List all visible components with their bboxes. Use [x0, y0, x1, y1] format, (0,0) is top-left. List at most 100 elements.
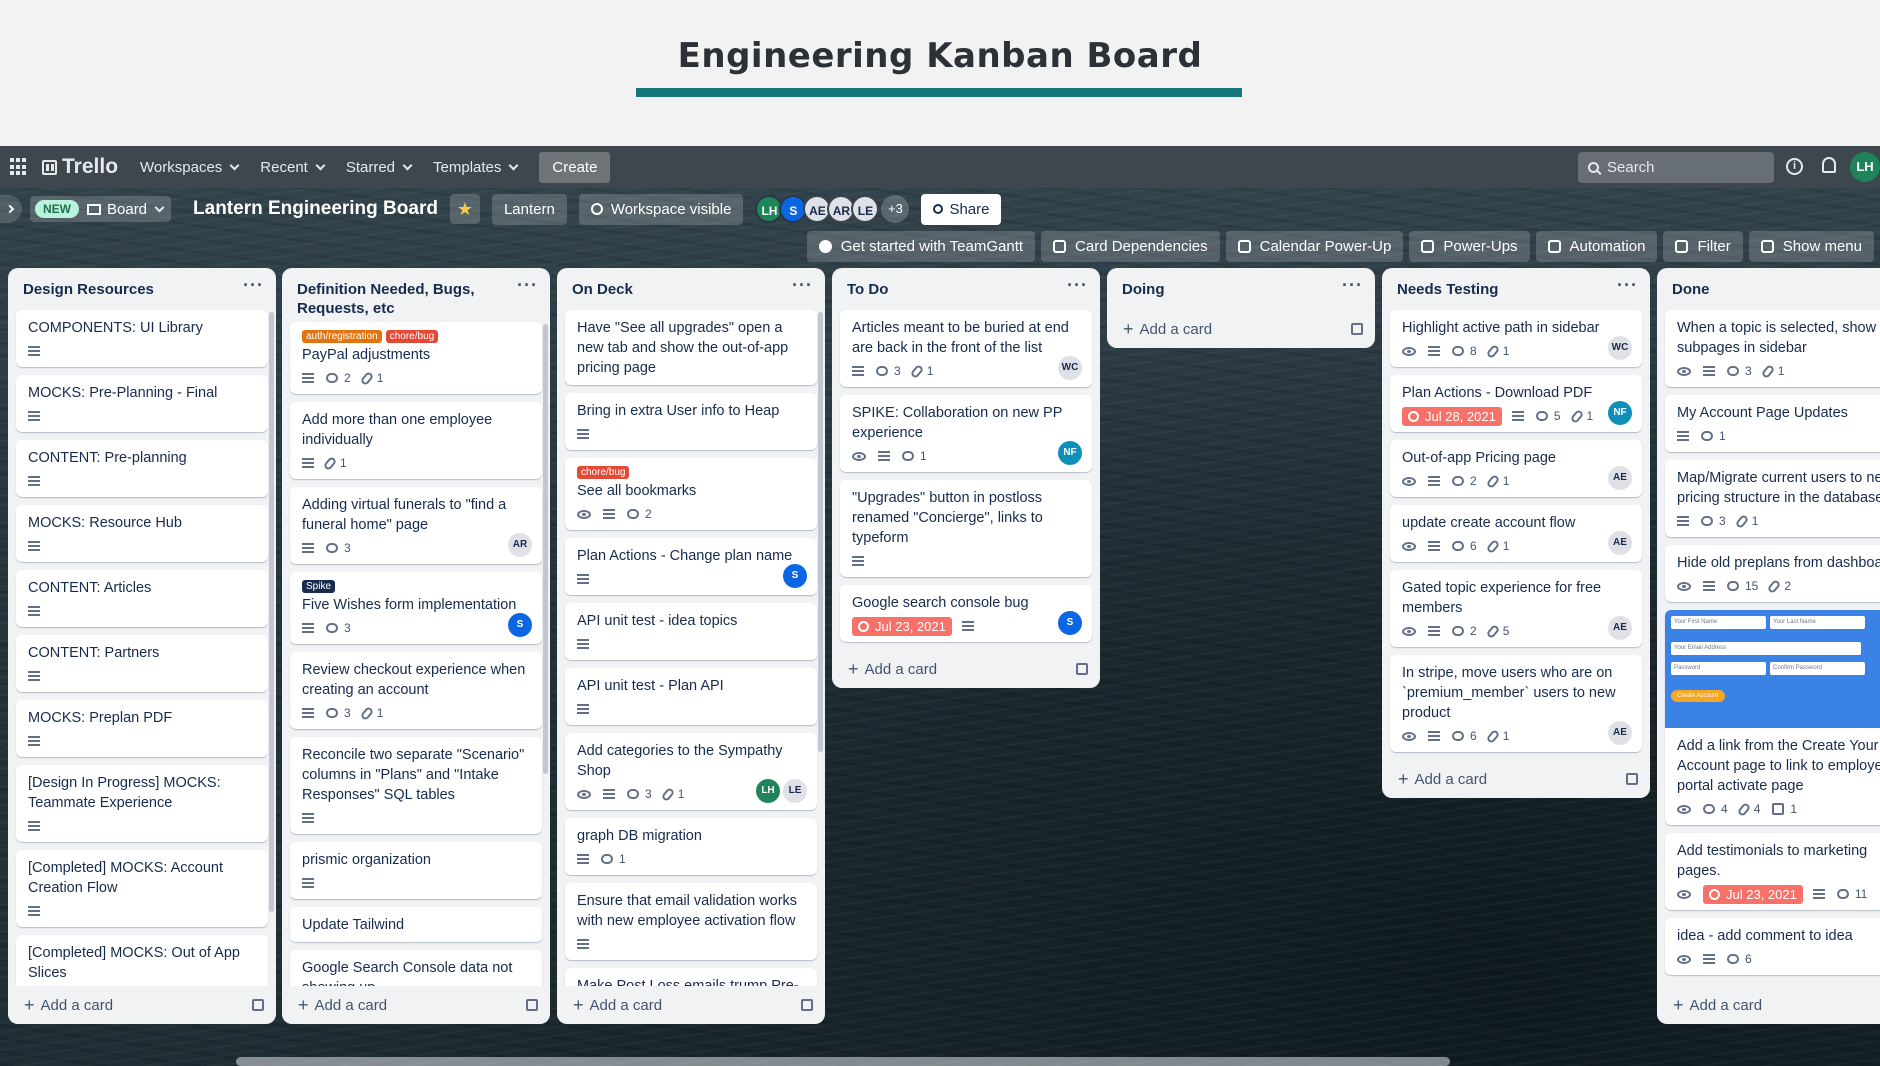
card[interactable]: [Completed] MOCKS: Account Creation Flow — [16, 850, 268, 927]
card[interactable]: Gated topic experience for free members 2… — [1390, 570, 1642, 647]
member-avatar[interactable]: WC — [1058, 356, 1082, 380]
list-title[interactable]: To Do — [847, 280, 888, 299]
due-date-badge[interactable]: Jul 23, 2021 — [1703, 884, 1803, 904]
template-icon[interactable] — [1351, 323, 1363, 335]
card-dependencies-button[interactable]: Card Dependencies — [1041, 230, 1220, 262]
card[interactable]: Make Post Loss emails trump Pre- — [565, 968, 817, 986]
card[interactable]: CONTENT: Pre-planning — [16, 440, 268, 497]
card[interactable]: Have "See all upgrades" open a new tab a… — [565, 310, 817, 385]
list-title[interactable]: Doing — [1122, 280, 1165, 299]
show-menu-button[interactable]: Show menu — [1748, 230, 1874, 262]
member-avatar[interactable]: AE — [1608, 721, 1632, 745]
card[interactable]: [Design In Progress] MOCKS: Teammate Exp… — [16, 765, 268, 842]
card[interactable]: graph DB migration 1 — [565, 818, 817, 875]
card[interactable]: Hide old preplans from dashboard 15 2 — [1665, 545, 1880, 602]
template-icon[interactable] — [801, 999, 813, 1011]
card[interactable]: Ensure that email validation works with … — [565, 883, 817, 960]
list-title[interactable]: Done — [1672, 280, 1710, 299]
template-icon[interactable] — [526, 999, 538, 1011]
member-avatar[interactable]: LE — [851, 195, 880, 223]
add-card-button[interactable]: + Add a card — [24, 996, 113, 1014]
nav-templates[interactable]: Templates — [433, 159, 519, 176]
member-avatar[interactable]: LH — [756, 779, 780, 803]
card[interactable]: When a topic is selected, show subpages … — [1665, 310, 1880, 387]
card[interactable]: Review checkout experience when creating… — [290, 652, 542, 729]
list-scrollbar[interactable] — [269, 312, 274, 912]
bell-icon[interactable] — [1822, 157, 1836, 173]
card[interactable]: API unit test - idea topics — [565, 603, 817, 660]
member-avatar[interactable]: S — [1058, 611, 1082, 635]
member-avatar[interactable]: NF — [1058, 441, 1082, 465]
nav-workspaces[interactable]: Workspaces — [140, 159, 240, 176]
card[interactable]: Adding virtual funerals to "find a funer… — [290, 487, 542, 564]
card[interactable]: In stripe, move users who are on `premiu… — [1390, 655, 1642, 752]
card[interactable]: Add testimonials to marketing pages. Jul … — [1665, 833, 1880, 910]
account-avatar[interactable]: LH — [1850, 152, 1880, 182]
list-menu-icon[interactable]: ··· — [1342, 276, 1363, 294]
card[interactable]: Spike Five Wishes form implementation 3 S — [290, 572, 542, 644]
card[interactable]: chore/bug See all bookmarks 2 — [565, 458, 817, 530]
card[interactable]: Google Search Console data not showing u… — [290, 950, 542, 986]
card[interactable]: Reconcile two separate "Scenario" column… — [290, 737, 542, 834]
card[interactable]: Bring in extra User info to Heap — [565, 393, 817, 450]
member-avatar[interactable]: S — [783, 564, 807, 588]
due-date-badge[interactable]: Jul 28, 2021 — [1402, 406, 1502, 426]
list-scrollbar[interactable] — [818, 312, 823, 752]
card[interactable]: Google search console bug Jul 23, 2021 S — [840, 585, 1092, 642]
member-avatar[interactable]: AE — [1608, 466, 1632, 490]
share-button[interactable]: Share — [921, 193, 1002, 225]
card[interactable]: MOCKS: Preplan PDF — [16, 700, 268, 757]
member-avatar[interactable]: WC — [1608, 336, 1632, 360]
list-title[interactable]: Definition Needed, Bugs, Requests, etc — [297, 280, 517, 318]
list-menu-icon[interactable]: ··· — [1617, 276, 1638, 294]
card[interactable]: CONTENT: Articles — [16, 570, 268, 627]
card[interactable]: My Account Page Updates 1 — [1665, 395, 1880, 452]
automation-button[interactable]: Automation — [1535, 230, 1658, 262]
card[interactable]: Out-of-app Pricing page 2 1 AE — [1390, 440, 1642, 497]
card[interactable]: Plan Actions - Change plan name S — [565, 538, 817, 595]
horizontal-scrollbar[interactable] — [236, 1057, 1450, 1066]
card[interactable]: Articles meant to be buried at end are b… — [840, 310, 1092, 387]
visibility-button[interactable]: Workspace visible — [578, 193, 744, 225]
card[interactable]: auth/registration chore/bug PayPal adjustm… — [290, 322, 542, 394]
member-avatar[interactable]: LE — [783, 779, 807, 803]
card[interactable]: Your First Name Your Last Name Your Email … — [1665, 610, 1880, 825]
due-date-badge[interactable]: Jul 23, 2021 — [852, 616, 952, 636]
filter-button[interactable]: Filter — [1663, 230, 1743, 262]
create-button[interactable]: Create — [539, 151, 611, 183]
card[interactable]: Update Tailwind — [290, 907, 542, 942]
info-icon[interactable]: i — [1786, 158, 1803, 175]
add-card-button[interactable]: + Add a card — [1123, 320, 1212, 338]
card[interactable]: MOCKS: Pre-Planning - Final — [16, 375, 268, 432]
list-title[interactable]: Design Resources — [23, 280, 154, 299]
search-input[interactable]: Search — [1578, 152, 1774, 183]
card[interactable]: Plan Actions - Download PDF Jul 28, 2021 5… — [1390, 375, 1642, 432]
view-switcher[interactable]: NEW Board — [30, 196, 172, 222]
card[interactable]: API unit test - Plan API — [565, 668, 817, 725]
card[interactable]: Add categories to the Sympathy Shop 3 1 LH L… — [565, 733, 817, 810]
card[interactable]: Highlight active path in sidebar 8 1 WC — [1390, 310, 1642, 367]
template-icon[interactable] — [1626, 773, 1638, 785]
star-icon[interactable]: ★ — [449, 194, 480, 224]
member-avatar[interactable]: AR — [508, 533, 532, 557]
list-menu-icon[interactable]: ··· — [792, 276, 813, 294]
list-title[interactable]: Needs Testing — [1397, 280, 1498, 299]
card[interactable]: prismic organization — [290, 842, 542, 899]
add-card-button[interactable]: + Add a card — [298, 996, 387, 1014]
board-title[interactable]: Lantern Engineering Board — [193, 198, 438, 220]
workspace-button[interactable]: Lantern — [491, 193, 567, 225]
card[interactable]: update create account flow 6 1 AE — [1390, 505, 1642, 562]
template-icon[interactable] — [252, 999, 264, 1011]
card[interactable]: Map/Migrate current users to new pricing… — [1665, 460, 1880, 537]
sidebar-expand-button[interactable] — [0, 195, 22, 223]
add-card-button[interactable]: + Add a card — [573, 996, 662, 1014]
list-scrollbar[interactable] — [543, 324, 548, 774]
list-menu-icon[interactable]: ··· — [517, 276, 538, 294]
card-label[interactable]: auth/registration — [302, 330, 382, 343]
list-title[interactable]: On Deck — [572, 280, 633, 299]
member-avatar[interactable]: AE — [1608, 531, 1632, 555]
card-label[interactable]: Spike — [302, 580, 336, 593]
add-card-button[interactable]: + Add a card — [1673, 996, 1762, 1014]
list-menu-icon[interactable]: ··· — [1067, 276, 1088, 294]
card[interactable]: SPIKE: Collaboration on new PP experienc… — [840, 395, 1092, 472]
